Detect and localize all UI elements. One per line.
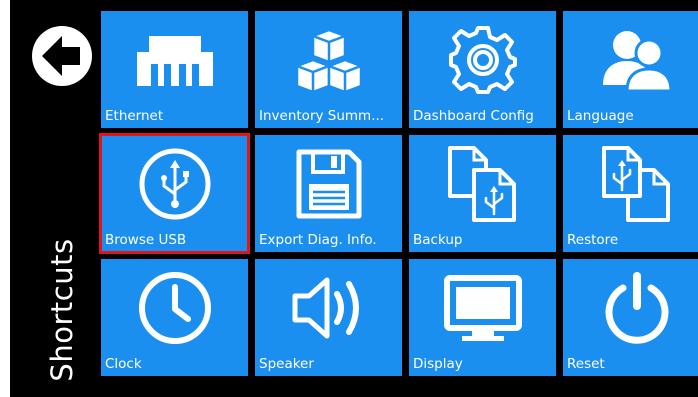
back-arrow-icon [32, 26, 92, 86]
monitor-icon [409, 267, 556, 349]
tile-export-diag-info[interactable]: Export Diag. Info. [255, 135, 402, 252]
tile-speaker[interactable]: Speaker [255, 259, 402, 376]
cubes-icon [255, 19, 402, 101]
tile-backup[interactable]: Backup [409, 135, 556, 252]
restore-icon [563, 143, 698, 225]
tile-browse-usb[interactable]: Browse USB [99, 133, 250, 254]
tile-label: Export Diag. Info. [259, 232, 377, 248]
tile-label: Restore [567, 232, 619, 248]
tile-ethernet[interactable]: Ethernet [101, 11, 248, 128]
tile-label: Ethernet [105, 108, 164, 124]
tile-label: Clock [105, 356, 142, 372]
tile-label: Inventory Summ... [259, 108, 385, 124]
tile-label: Dashboard Config [413, 108, 534, 124]
ethernet-icon [101, 19, 248, 101]
sidebar-title: Shortcuts [45, 238, 79, 382]
usb-icon [101, 143, 248, 225]
tile-inventory-summary[interactable]: Inventory Summ... [255, 11, 402, 128]
tile-clock[interactable]: Clock [101, 259, 248, 376]
back-button[interactable] [30, 24, 94, 88]
power-icon [563, 267, 698, 349]
backup-icon [409, 143, 556, 225]
tile-label: Speaker [259, 356, 314, 372]
tile-language[interactable]: Language [563, 11, 698, 128]
tile-display[interactable]: Display [409, 259, 556, 376]
speaker-icon [255, 267, 402, 349]
tile-restore[interactable]: Restore [563, 135, 698, 252]
shortcuts-screen: Shortcuts Ethernet Inventory Summ... Das… [10, 0, 698, 397]
tile-label: Reset [567, 356, 605, 372]
tile-label: Backup [413, 232, 463, 248]
clock-icon [101, 267, 248, 349]
gear-icon [409, 19, 556, 101]
floppy-disk-icon [255, 143, 402, 225]
tile-label: Language [567, 108, 634, 124]
tile-dashboard-config[interactable]: Dashboard Config [409, 11, 556, 128]
tile-label: Display [413, 356, 463, 372]
users-icon [563, 19, 698, 101]
tile-label: Browse USB [105, 232, 187, 248]
tile-reset[interactable]: Reset [563, 259, 698, 376]
